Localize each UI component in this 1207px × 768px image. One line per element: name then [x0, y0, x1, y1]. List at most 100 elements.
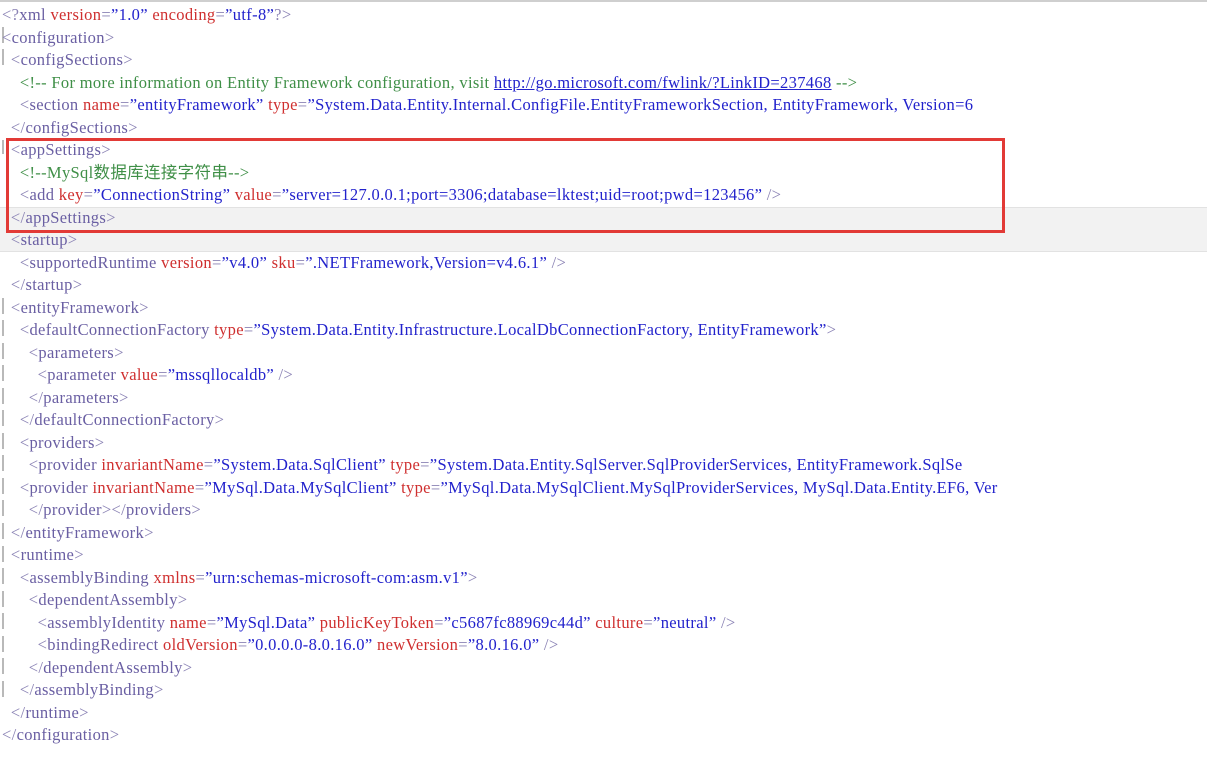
- code-line[interactable]: <parameters>: [0, 342, 1207, 365]
- code-line[interactable]: <startup>: [0, 229, 1207, 252]
- token-punc: >: [118, 387, 129, 407]
- code-line[interactable]: </provider></providers>: [0, 499, 1207, 522]
- token-attr: type: [268, 95, 298, 114]
- token-attr: invariantName: [101, 455, 204, 474]
- code-line[interactable]: </parameters>: [0, 387, 1207, 410]
- token-attr: name: [169, 612, 207, 632]
- token-punc: =: [101, 5, 111, 24]
- token-punc: <: [10, 545, 21, 564]
- token-tag: section: [29, 95, 79, 114]
- code-line[interactable]: </dependentAssembly>: [0, 657, 1207, 680]
- token-punc: />: [766, 185, 782, 204]
- token-com: <!--MySql数据库连接字符串-->: [19, 162, 250, 182]
- code-line[interactable]: <section name=”entityFramework” type=”Sy…: [0, 94, 1207, 117]
- token-punc: <?: [2, 5, 20, 24]
- token-punc: <: [37, 635, 48, 654]
- code-line[interactable]: </configuration>: [0, 724, 1207, 747]
- code-line[interactable]: <entityFramework>: [0, 297, 1207, 320]
- token-punc: =: [158, 365, 168, 384]
- token-punc: />: [278, 365, 294, 384]
- token-punc: >: [182, 657, 193, 677]
- code-line[interactable]: <supportedRuntime version=”v4.0” sku=”.N…: [0, 252, 1207, 275]
- code-line[interactable]: <provider invariantName=”MySql.Data.MySq…: [0, 477, 1207, 500]
- code-line[interactable]: <assemblyIdentity name = ”MySql.Data” publ…: [0, 612, 1207, 635]
- token-val: ”entityFramework”: [129, 95, 264, 114]
- token-link[interactable]: http://go.microsoft.com/fwlink/?LinkID=2…: [494, 73, 832, 92]
- token-punc: =: [243, 320, 254, 339]
- token-val: ”System.Data.SqlClient”: [213, 455, 386, 474]
- code-line[interactable]: </defaultConnectionFactory>: [0, 409, 1207, 432]
- code-line[interactable]: <configuration>: [0, 27, 1207, 50]
- token-attr: key: [58, 185, 84, 204]
- token-attr: name: [82, 95, 121, 114]
- code-line[interactable]: <!-- For more information on Entity Fram…: [0, 72, 1207, 95]
- token-val: ”System.Data.Entity.SqlServer.SqlProvide…: [429, 455, 963, 474]
- token-attr: sku: [271, 252, 296, 272]
- token-punc: <: [37, 612, 48, 632]
- code-line[interactable]: <provider invariantName=”System.Data.Sql…: [0, 454, 1207, 477]
- code-line[interactable]: <dependentAssembly>: [0, 589, 1207, 612]
- token-punc: =: [120, 95, 130, 114]
- code-line[interactable]: </startup>: [0, 274, 1207, 297]
- code-line[interactable]: </assemblyBinding>: [0, 679, 1207, 702]
- token-punc: </: [28, 500, 44, 519]
- code-content[interactable]: <?xml version=”1.0” encoding=”utf-8”?> <c…: [0, 4, 1207, 747]
- token-punc: <: [28, 590, 39, 609]
- code-line[interactable]: <add key=”ConnectionString” value=”serve…: [0, 184, 1207, 207]
- token-attr: oldVersion: [163, 635, 238, 654]
- token-punc: >: [467, 567, 478, 587]
- code-line[interactable]: <providers>: [0, 432, 1207, 455]
- code-line[interactable]: </configSections>: [0, 117, 1207, 140]
- token-tag: configSections: [20, 50, 124, 69]
- code-line[interactable]: <assemblyBinding xmlns=”urn:schemas-micr…: [0, 567, 1207, 590]
- token-tag: configSections: [25, 117, 129, 137]
- token-punc: >: [144, 522, 154, 542]
- code-line[interactable]: </entityFramework>: [0, 522, 1207, 545]
- token-tag: startup: [25, 275, 73, 294]
- token-tag: entityFramework: [25, 522, 145, 542]
- token-tag: bindingRedirect: [47, 635, 159, 654]
- code-line[interactable]: <!--MySql数据库连接字符串-->: [0, 162, 1207, 185]
- code-line[interactable]: </runtime>: [0, 702, 1207, 725]
- token-tag: dependentAssembly: [38, 590, 178, 609]
- code-line[interactable]: <defaultConnectionFactory type=”System.D…: [0, 319, 1207, 342]
- code-line[interactable]: </appSettings>: [0, 206, 1207, 229]
- token-punc: =: [272, 185, 282, 204]
- token-punc: =: [195, 567, 206, 587]
- code-line[interactable]: <configSections>: [0, 49, 1207, 72]
- token-val: ”utf-8”: [225, 5, 275, 24]
- token-tag: runtime: [25, 702, 80, 722]
- code-line[interactable]: <appSettings>: [0, 139, 1207, 162]
- token-punc: >: [139, 297, 149, 317]
- code-line[interactable]: <runtime>: [0, 544, 1207, 567]
- token-attr: encoding: [152, 5, 216, 24]
- token-tag: defaultConnectionFactory: [29, 320, 210, 339]
- token-punc: </: [19, 410, 35, 429]
- xml-code-editor[interactable]: <?xml version=”1.0” encoding=”utf-8”?> <c…: [0, 0, 1207, 768]
- token-punc: <: [28, 455, 39, 474]
- token-punc: =: [203, 455, 214, 474]
- token-val: ”0.0.0.0-8.0.16.0”: [247, 635, 373, 654]
- code-line[interactable]: <?xml version=”1.0” encoding=”utf-8”?>: [0, 4, 1207, 27]
- code-line[interactable]: <parameter value=”mssqllocaldb” />: [0, 364, 1207, 387]
- token-tag: assemblyBinding: [29, 567, 150, 587]
- token-punc: >: [123, 50, 133, 69]
- token-tag: parameter: [47, 365, 117, 384]
- token-tag: provider: [38, 455, 97, 474]
- token-attr: newVersion: [377, 635, 459, 654]
- token-tag: runtime: [20, 545, 75, 564]
- token-attr: value: [234, 185, 273, 204]
- code-line[interactable]: <bindingRedirect oldVersion=”0.0.0.0-8.0…: [0, 634, 1207, 657]
